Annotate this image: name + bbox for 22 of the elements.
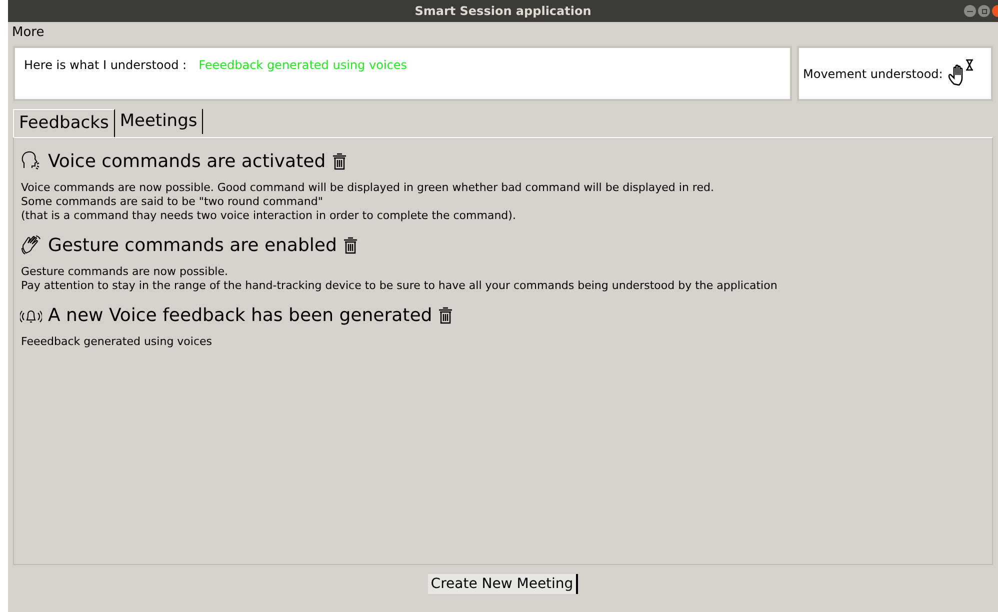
feedback-description: Feeedback generated using voices	[20, 335, 214, 349]
head-speaking-icon	[20, 150, 42, 172]
feedback-title: Voice commands are activated	[48, 150, 326, 174]
feedback-title: A new Voice feedback has been generated	[48, 304, 432, 328]
feedback-description: Voice commands are now possible. Good command will be displayed in green whether bad command will be displayed in red. Some commands are said to be "two round command" (that is a command thay needs two voice interaction in order to complete the command).	[20, 181, 715, 223]
feedback-title: Gesture commands are enabled	[48, 234, 337, 258]
create-meeting-button[interactable]: Create New Meeting	[428, 574, 578, 594]
trash-icon[interactable]	[438, 306, 454, 324]
understood-text: Feeedback generated using voices	[198, 57, 407, 74]
menu-item[interactable]: More	[12, 23, 44, 43]
waving-hand-icon	[20, 234, 42, 256]
trash-icon[interactable]	[342, 236, 358, 254]
maximize-button[interactable]	[978, 5, 990, 17]
close-button[interactable]	[992, 5, 998, 17]
feedback-description: Gesture commands are now possible. Pay attention to stay in the range of the hand-tracking device to be sure to have all your commands being understood by the application	[20, 265, 778, 293]
hand-hourglass-icon	[946, 58, 976, 88]
window-title: Smart Session application	[414, 3, 592, 20]
tab[interactable]: Feedbacks	[13, 109, 115, 137]
understood-label: Here is what I understood :	[24, 57, 187, 74]
trash-icon[interactable]	[332, 152, 347, 170]
movement-label: Movement understood:	[803, 66, 943, 82]
minimize-button[interactable]	[964, 5, 976, 17]
